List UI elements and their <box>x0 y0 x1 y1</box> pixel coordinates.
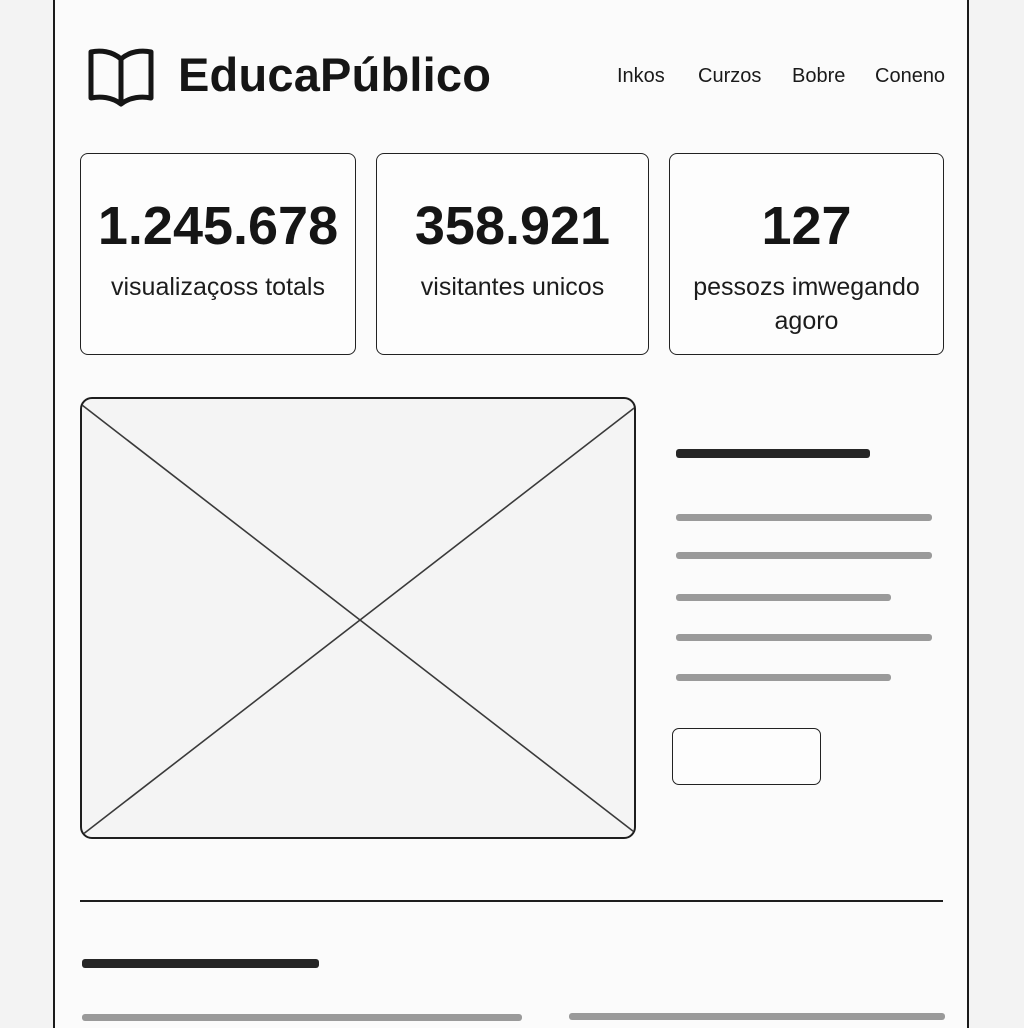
text-line-placeholder <box>676 594 891 601</box>
stat-value: 1.245.678 <box>97 196 339 256</box>
text-line-placeholder <box>676 634 932 641</box>
text-line-placeholder <box>82 1014 522 1021</box>
text-line-placeholder <box>676 552 932 559</box>
stat-label: visitantes unicos <box>420 273 605 301</box>
stat-value: 358.921 <box>414 196 611 256</box>
text-line-placeholder <box>569 1013 945 1020</box>
stat-label: visualizaçoss totals <box>111 273 325 301</box>
stat-value: 127 <box>761 196 852 256</box>
nav-link-bobre[interactable]: Bobre <box>792 62 845 90</box>
text-line-placeholder <box>676 514 932 521</box>
nav-link-curzos[interactable]: Curzos <box>698 62 761 90</box>
section-heading-placeholder <box>82 959 319 968</box>
stat-card-unique-visitors: 358.921 visitantes unicos <box>376 153 649 355</box>
action-button[interactable] <box>672 728 821 785</box>
image-placeholder <box>80 397 636 839</box>
text-line-placeholder <box>676 674 891 681</box>
open-book-icon <box>88 48 154 107</box>
image-placeholder-icon <box>82 404 634 836</box>
nav-link-inkos[interactable]: Inkos <box>617 62 665 90</box>
stat-label: pessozs imwegando agoro <box>693 273 920 335</box>
nav-link-coneno[interactable]: Coneno <box>875 62 945 90</box>
section-divider <box>80 900 943 902</box>
stat-card-total-views: 1.245.678 visualizaçoss totals <box>80 153 356 355</box>
stat-card-people-browsing: 127 pessozs imwegando agoro <box>669 153 944 355</box>
heading-placeholder <box>676 449 870 458</box>
brand-name[interactable]: EducaPúblico <box>178 46 491 104</box>
